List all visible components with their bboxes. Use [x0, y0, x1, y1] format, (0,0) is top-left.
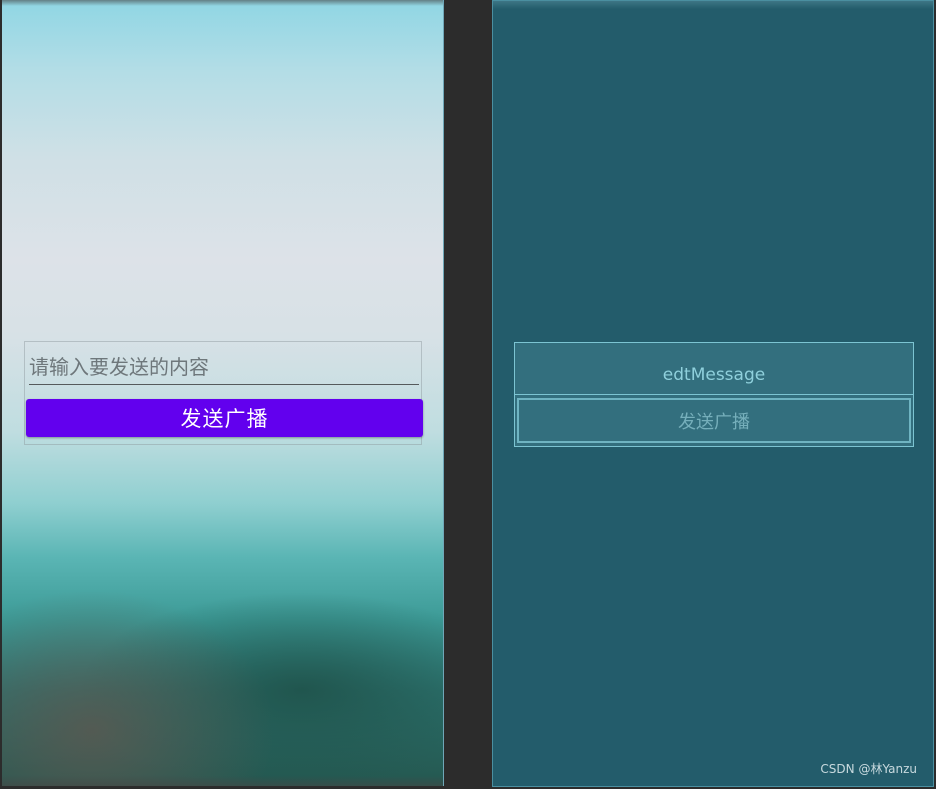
blueprint-edit-text-id: edtMessage	[662, 364, 766, 385]
design-preview: 发送广播	[2, 0, 444, 786]
form-container[interactable]: 发送广播	[24, 341, 423, 445]
send-broadcast-button[interactable]: 发送广播	[26, 399, 423, 437]
layout-editor-canvas: 发送广播 edtMessage 发送广播 CSDN @林Yanzu	[0, 0, 936, 789]
blueprint-edit-text[interactable]: edtMessage	[515, 343, 913, 395]
blueprint-send-button[interactable]: 发送广播	[517, 398, 911, 443]
blueprint-form-container[interactable]: edtMessage 发送广播	[514, 342, 914, 447]
blueprint-preview: edtMessage 发送广播 CSDN @林Yanzu	[492, 0, 934, 787]
watermark: CSDN @林Yanzu	[820, 762, 917, 776]
blueprint-top-shade	[493, 1, 933, 9]
preview-top-shadow	[2, 0, 443, 6]
message-input[interactable]	[29, 350, 419, 385]
preview-bottom-shadow	[2, 776, 443, 786]
blueprint-send-button-label: 发送广播	[678, 411, 750, 433]
